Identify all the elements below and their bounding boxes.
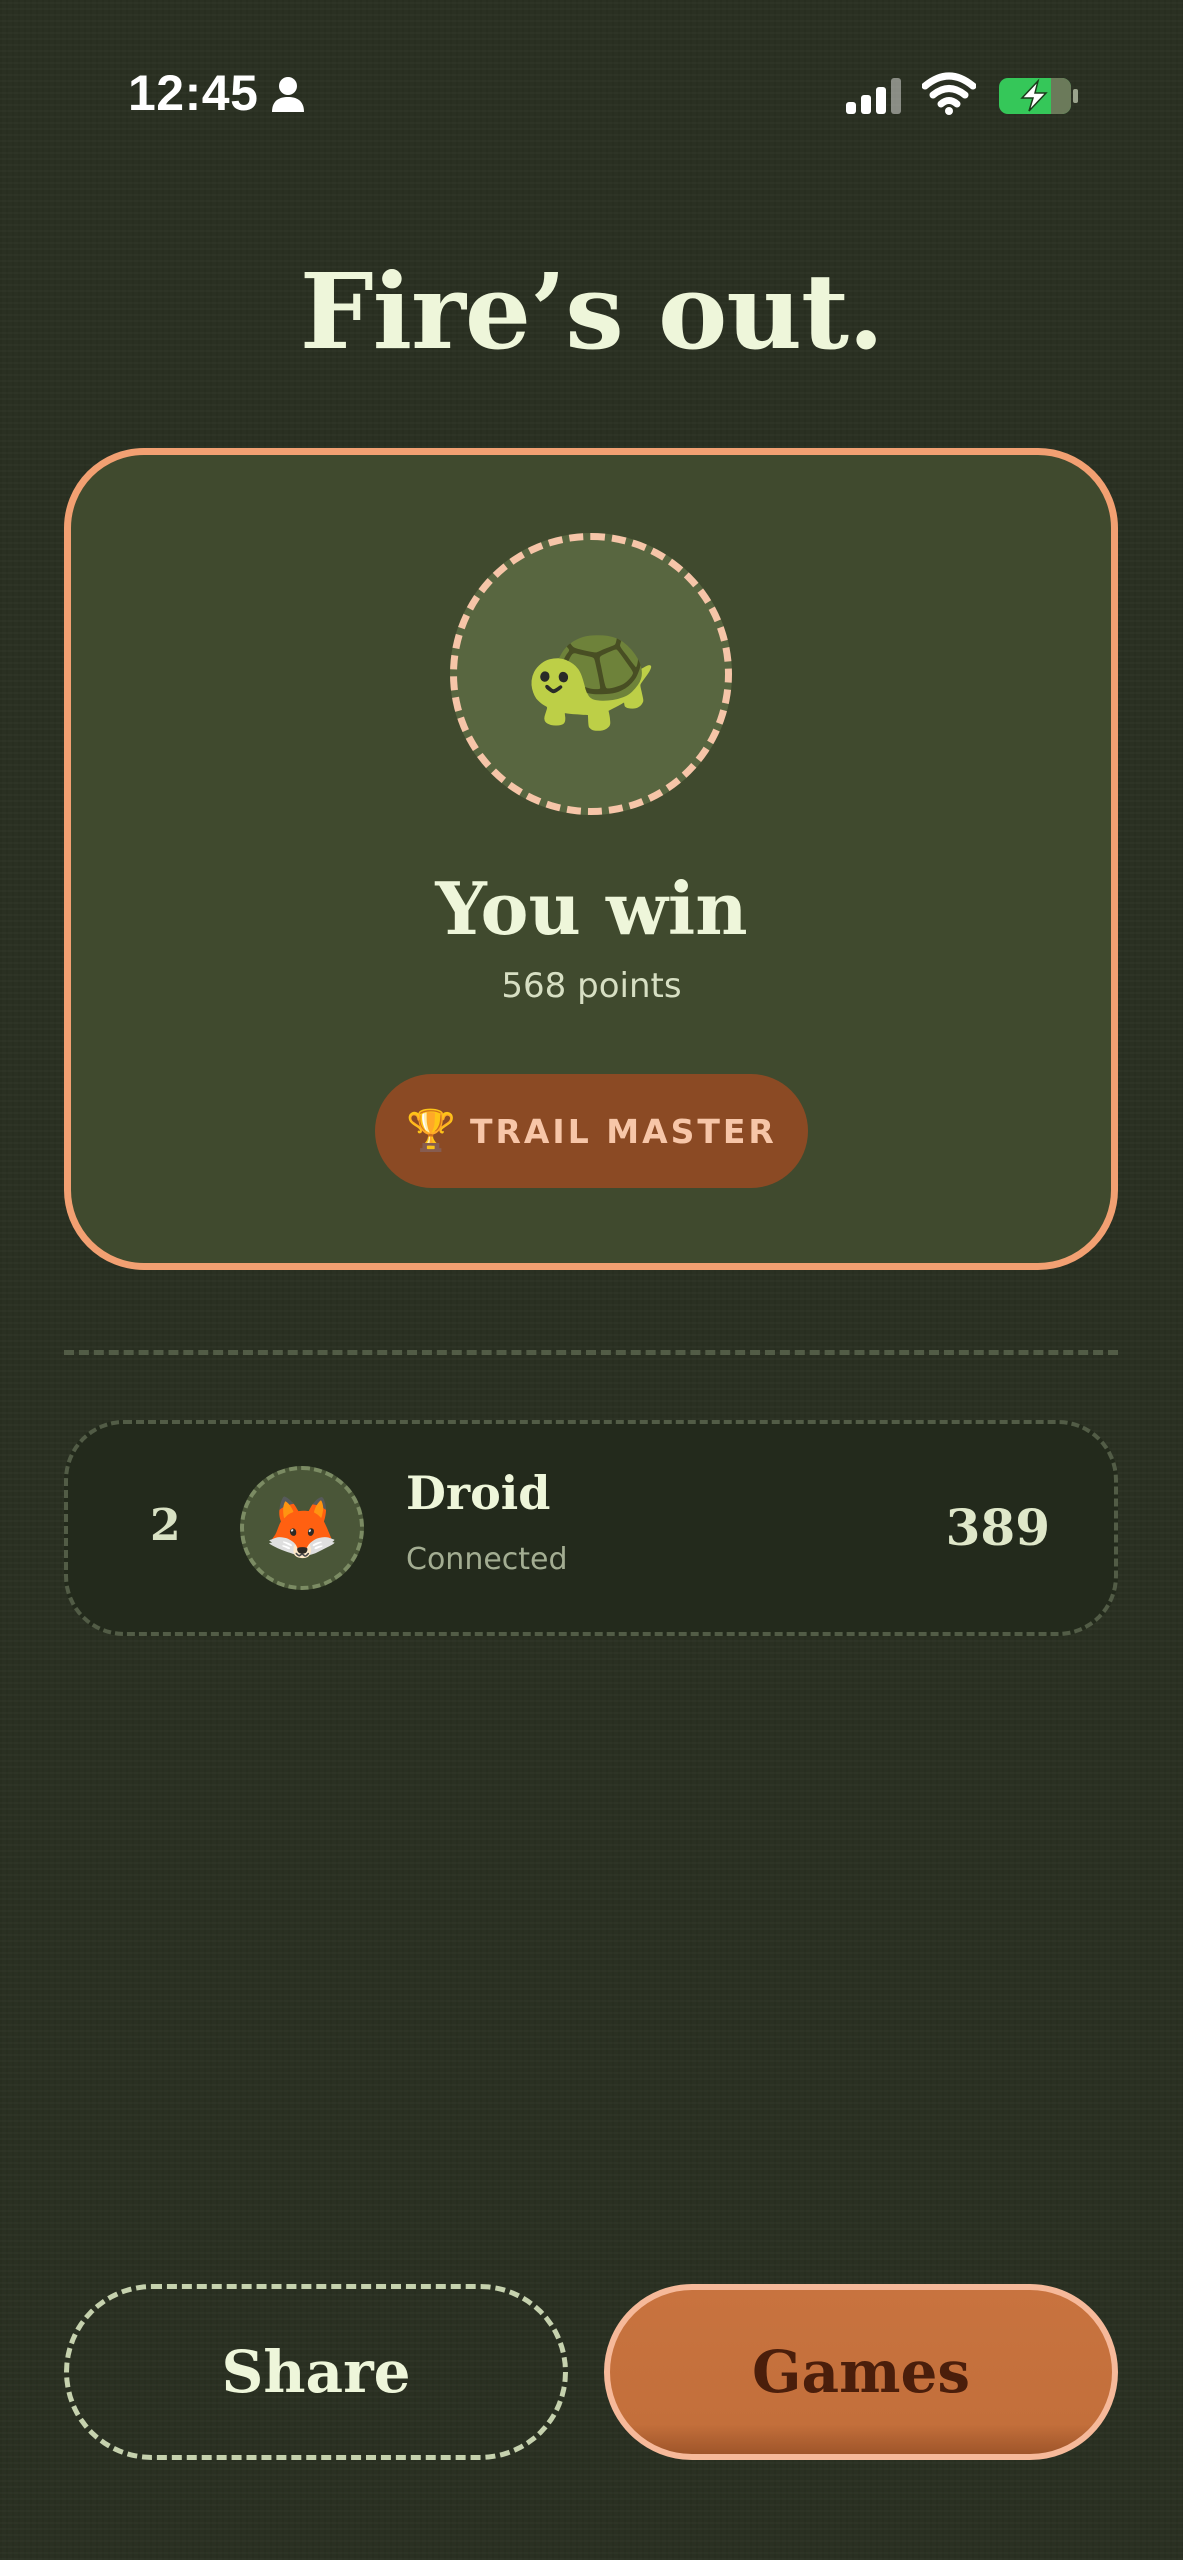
signal-icon <box>846 78 901 114</box>
section-divider <box>64 1350 1118 1355</box>
player-name: Droid <box>406 1466 551 1520</box>
games-button[interactable]: Games <box>604 2284 1118 2460</box>
player-score: 389 <box>945 1498 1050 1557</box>
win-points: 568 points <box>501 966 682 1006</box>
person-icon <box>272 77 304 112</box>
fox-icon: 🦊 <box>264 1493 340 1563</box>
trophy-icon: 🏆 <box>406 1108 456 1154</box>
page-title: Fire’s out. <box>299 250 885 373</box>
share-button[interactable]: Share <box>64 2284 568 2460</box>
winner-avatar: 🐢 <box>450 533 732 815</box>
player-rank: 2 <box>150 1500 181 1551</box>
wifi-icon <box>922 72 976 115</box>
status-time: 12:45 <box>128 65 259 121</box>
player-status: Connected <box>406 1542 568 1577</box>
turtle-icon: 🐢 <box>522 610 660 738</box>
player-avatar: 🦊 <box>240 1466 364 1590</box>
win-title: You win <box>435 866 748 951</box>
badge-label: TRAIL MASTER <box>469 1111 777 1151</box>
battery-charging-icon <box>999 78 1078 114</box>
achievement-badge: 🏆 TRAIL MASTER <box>375 1074 808 1188</box>
